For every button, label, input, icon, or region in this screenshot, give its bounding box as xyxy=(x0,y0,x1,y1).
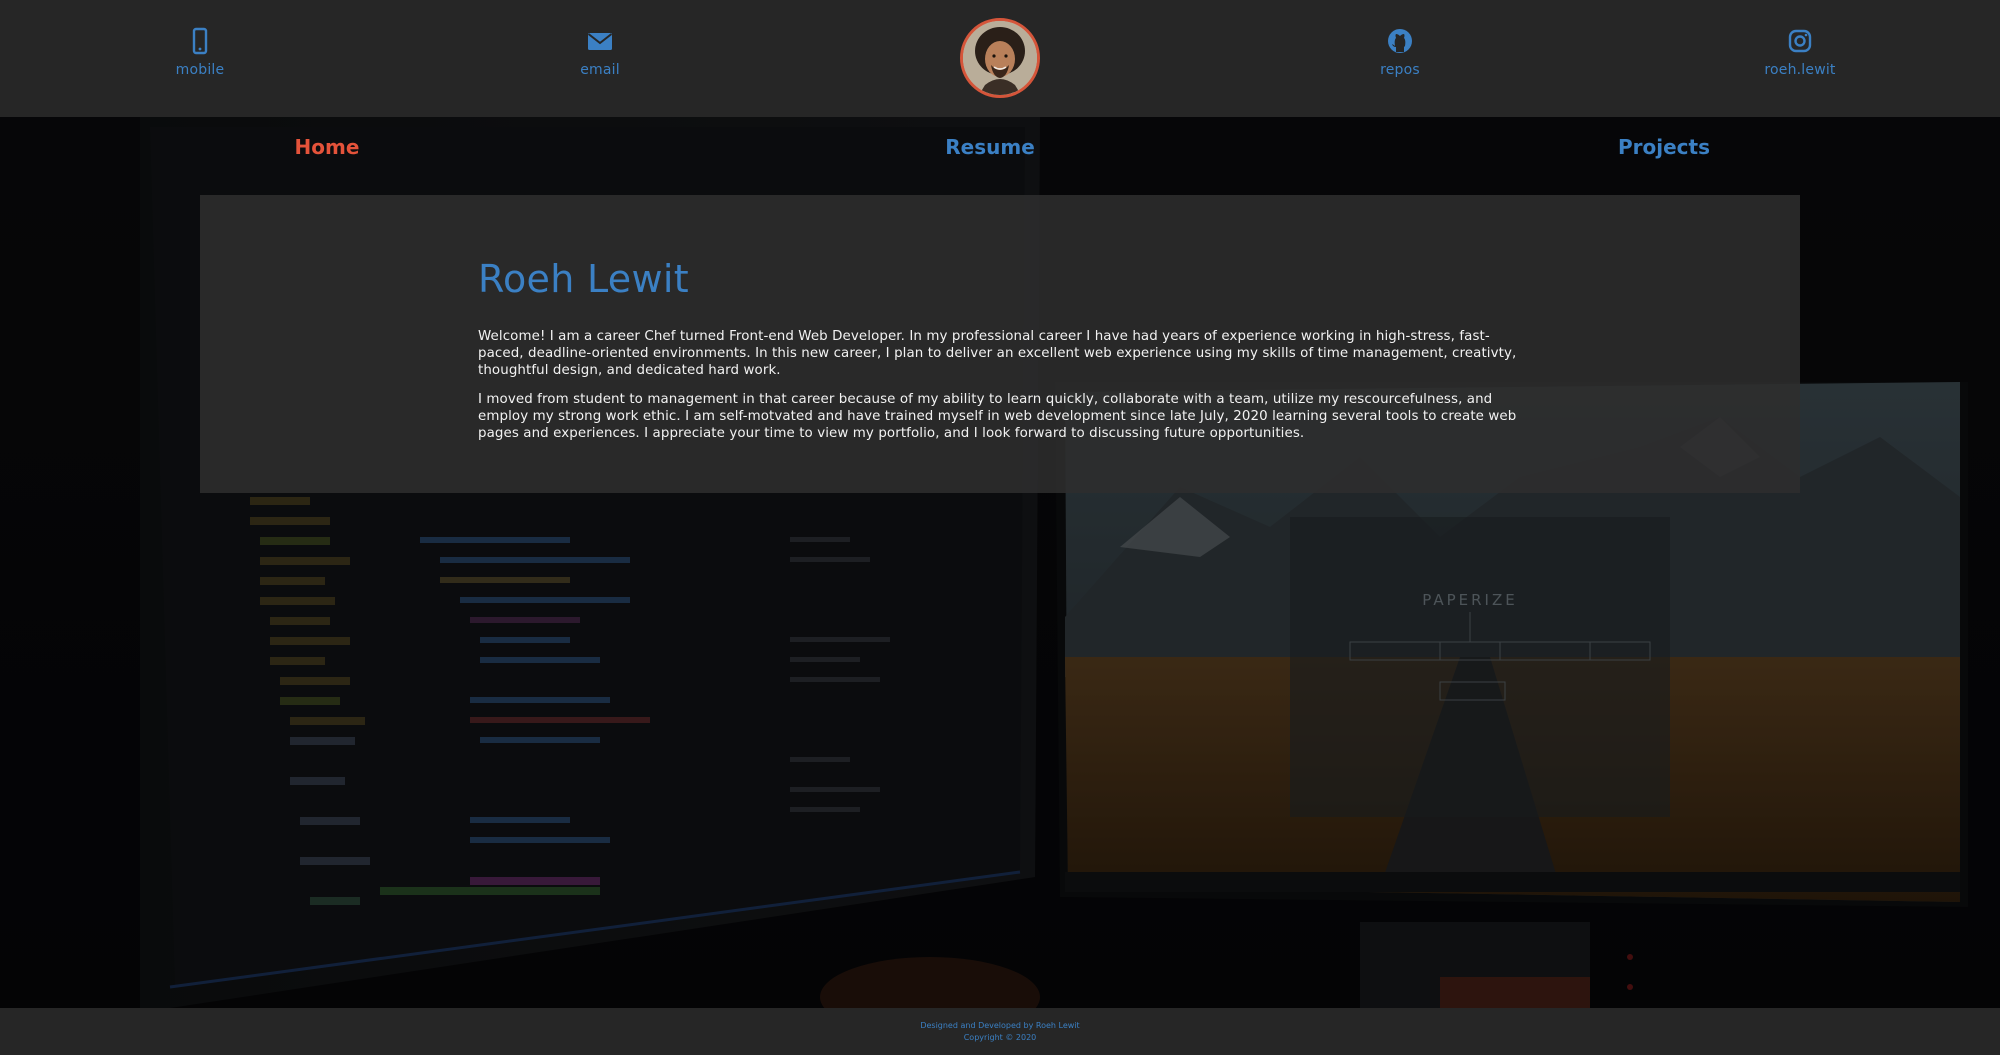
contact-github-link[interactable]: repos xyxy=(1320,26,1480,78)
about-card: Roeh Lewit Welcome! I am a career Chef t… xyxy=(200,195,1800,493)
page-title: Roeh Lewit xyxy=(478,257,689,301)
nav-home[interactable]: Home xyxy=(295,135,360,159)
mobile-phone-icon xyxy=(192,27,208,55)
contact-instagram-link[interactable]: roeh.lewit xyxy=(1720,26,1880,78)
nav-resume[interactable]: Resume xyxy=(945,135,1035,159)
avatar xyxy=(960,18,1040,98)
profile-photo xyxy=(963,21,1037,95)
github-icon xyxy=(1388,29,1412,53)
contact-email-link[interactable]: email xyxy=(520,26,680,78)
contact-mobile-label: mobile xyxy=(175,62,225,78)
instagram-icon xyxy=(1788,29,1812,53)
envelope-icon xyxy=(587,33,613,50)
about-paragraph-1: Welcome! I am a career Chef turned Front… xyxy=(478,329,1517,379)
footer: Designed and Developed by Roeh Lewit Cop… xyxy=(0,1008,2000,1055)
contact-mobile-link[interactable]: mobile xyxy=(120,26,280,78)
contact-github-label: repos xyxy=(1380,62,1420,78)
contact-instagram-label: roeh.lewit xyxy=(1764,62,1836,78)
footer-credit: Designed and Developed by Roeh Lewit xyxy=(920,1021,1080,1030)
main-nav: Home Resume Projects xyxy=(0,117,2000,177)
contact-email-label: email xyxy=(580,62,620,78)
header-bar: mobile email repos roeh.lewit xyxy=(0,0,2000,117)
about-paragraph-2: I moved from student to management in th… xyxy=(478,392,1517,442)
nav-projects[interactable]: Projects xyxy=(1618,135,1710,159)
footer-copyright: Copyright © 2020 xyxy=(963,1033,1037,1042)
